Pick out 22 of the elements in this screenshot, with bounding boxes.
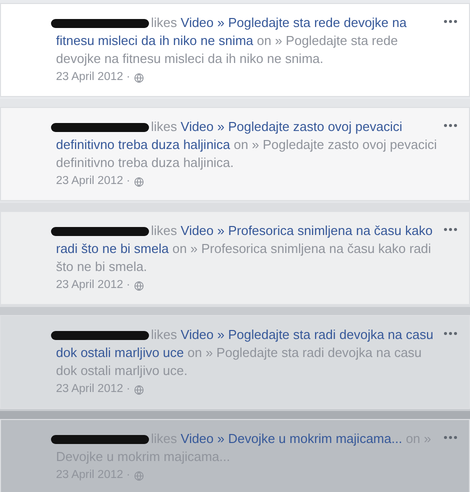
- more-options-button[interactable]: [442, 226, 459, 233]
- post-date[interactable]: 23 April 2012 ·: [56, 278, 130, 293]
- activity-text: radi što ne bi smela on » Profesorica snimljena na času kako radi što ne bi smela.: [56, 240, 432, 276]
- post-date[interactable]: 23 April 2012 ·: [56, 382, 130, 397]
- globe-icon: [134, 384, 144, 394]
- more-options-button[interactable]: [442, 434, 459, 441]
- activity-text: likes Video » Profesorica snimljena na času kako: [151, 222, 433, 240]
- activity-text: fitnesu misleci da ih niko ne snima on » Pogledajte sta rede devojke na fitnesu misleci da ih niko ne snima.: [56, 32, 399, 68]
- activity-text: likes Video » Pogledajte zasto ovoj pevacici: [151, 118, 402, 136]
- post-date[interactable]: 23 April 2012 ·: [56, 70, 130, 85]
- more-options-button[interactable]: [442, 18, 459, 25]
- globe-icon: [134, 176, 144, 186]
- more-options-button[interactable]: [442, 122, 459, 129]
- activity-text: likes Video » Pogledajte sta radi devojka na casu: [151, 326, 434, 344]
- activity-text: likes Video » Pogledajte sta rede devojke na: [151, 14, 407, 32]
- globe-icon: [134, 280, 144, 290]
- activity-text: dok ostali marljivo uce on » Pogledajte sta radi devojka na casu dok ostali marljivo uce.: [56, 344, 423, 380]
- post-date[interactable]: 23 April 2012 ·: [56, 174, 130, 189]
- globe-icon: [134, 470, 144, 480]
- globe-icon: [134, 72, 144, 82]
- activity-text: definitivno treba duza haljinica on » Pogledajte zasto ovoj pevacici definitivno treba duza haljinica.: [56, 136, 438, 172]
- more-options-button[interactable]: [442, 330, 459, 337]
